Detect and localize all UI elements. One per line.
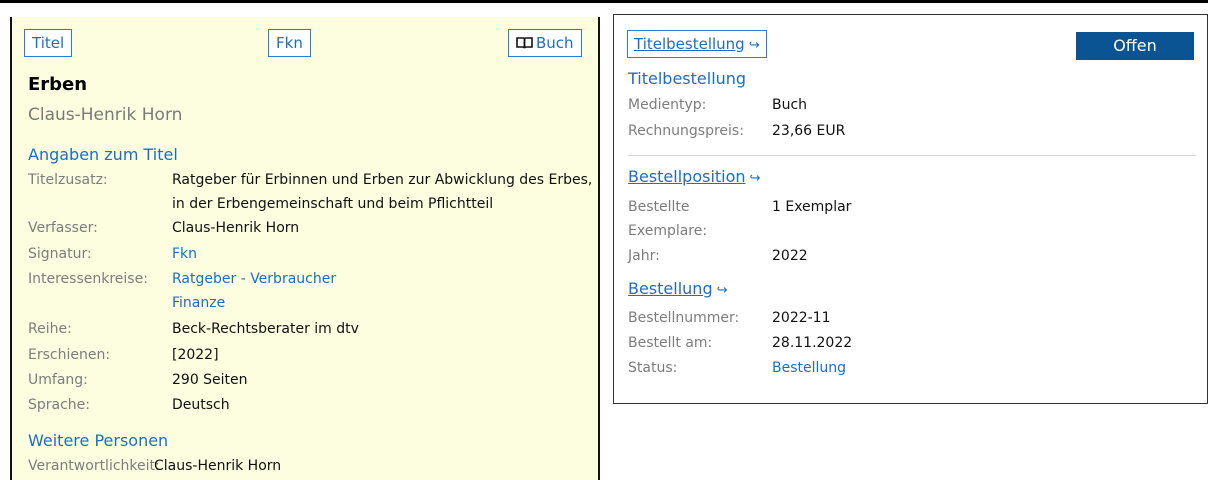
section-heading-persons: Weitere Personen <box>28 431 169 450</box>
buch-button-label: Buch <box>536 34 574 52</box>
bestellung-link[interactable]: Bestellung ↪ <box>628 279 728 298</box>
label-status: Status: <box>628 360 678 376</box>
label-titelzusatz: Titelzusatz: <box>28 172 108 188</box>
label-verfasser: Verfasser: <box>28 220 98 236</box>
label-verantwortlichkeit: Verantwortlichkeit: <box>28 458 160 474</box>
book-author: Claus-Henrik Horn <box>28 105 183 125</box>
bestellung-link-label: Bestellung <box>628 279 713 298</box>
value-sprache: Deutsch <box>172 397 230 413</box>
value-verfasser: Claus-Henrik Horn <box>172 220 300 236</box>
label-bestellnummer: Bestellnummer: <box>628 310 740 326</box>
link-interessenkreis-1[interactable]: Ratgeber - Verbraucher <box>172 267 336 291</box>
value-reihe: Beck-Rechtsberater im dtv <box>172 321 359 337</box>
fkn-button[interactable]: Fkn <box>268 29 311 57</box>
value-umfang: 290 Seiten <box>172 372 248 388</box>
bestellposition-link-label: Bestellposition <box>628 167 746 186</box>
label-interessenkreise: Interessenkreise: <box>28 271 148 287</box>
section-heading-title-info: Angaben zum Titel <box>28 145 178 164</box>
book-title: Erben <box>28 74 88 95</box>
label-bestellt-am: Bestellt am: <box>628 335 713 351</box>
order-panel: Titelbestellung ↪ Offen Titelbestellung M… <box>613 14 1208 404</box>
external-link-arrow-icon: ↪ <box>748 38 760 53</box>
value-bestellnummer: 2022-11 <box>772 310 831 326</box>
link-signatur[interactable]: Fkn <box>172 242 197 266</box>
label-umfang: Umfang: <box>28 372 88 388</box>
open-book-icon <box>516 37 533 49</box>
label-reihe: Reihe: <box>28 321 72 337</box>
value-erschienen: [2022] <box>172 347 219 363</box>
section-divider <box>628 155 1196 156</box>
title-detail-panel: Titel Fkn Buch Erben Claus-Henrik Horn A… <box>10 17 600 480</box>
titelbestellung-heading: Titelbestellung <box>628 69 747 88</box>
titelbestellung-link-label: Titelbestellung <box>634 35 745 53</box>
label-bestellte-exemplare: Bestellte Exemplare: <box>628 199 708 239</box>
value-titelzusatz: Ratgeber für Erbinnen und Erben zur Abwi… <box>172 172 593 212</box>
titel-button[interactable]: Titel <box>24 29 73 57</box>
label-jahr: Jahr: <box>628 248 660 264</box>
label-medientyp: Medientyp: <box>628 97 707 113</box>
link-interessenkreis-2[interactable]: Finanze <box>172 291 225 315</box>
value-jahr: 2022 <box>772 248 808 264</box>
value-bestellte-exemplare: 1 Exemplar <box>772 199 852 215</box>
status-offen-button[interactable]: Offen <box>1076 32 1194 60</box>
link-status-bestellung[interactable]: Bestellung <box>772 360 846 376</box>
value-bestellt-am: 28.11.2022 <box>772 335 853 351</box>
value-verantwortlichkeit: Claus-Henrik Horn <box>154 458 282 474</box>
titelbestellung-link-button[interactable]: Titelbestellung ↪ <box>627 30 767 58</box>
bestellposition-link[interactable]: Bestellposition ↪ <box>628 167 760 186</box>
buch-button[interactable]: Buch <box>508 29 582 57</box>
value-medientyp: Buch <box>772 97 808 113</box>
label-signatur: Signatur: <box>28 246 92 262</box>
external-link-arrow-icon: ↪ <box>749 171 761 186</box>
label-erschienen: Erschienen: <box>28 347 111 363</box>
external-link-arrow-icon: ↪ <box>716 283 728 298</box>
label-rechnungspreis: Rechnungspreis: <box>628 123 744 139</box>
top-border <box>0 0 1208 3</box>
value-rechnungspreis: 23,66 EUR <box>772 123 846 139</box>
label-sprache: Sprache: <box>28 397 91 413</box>
